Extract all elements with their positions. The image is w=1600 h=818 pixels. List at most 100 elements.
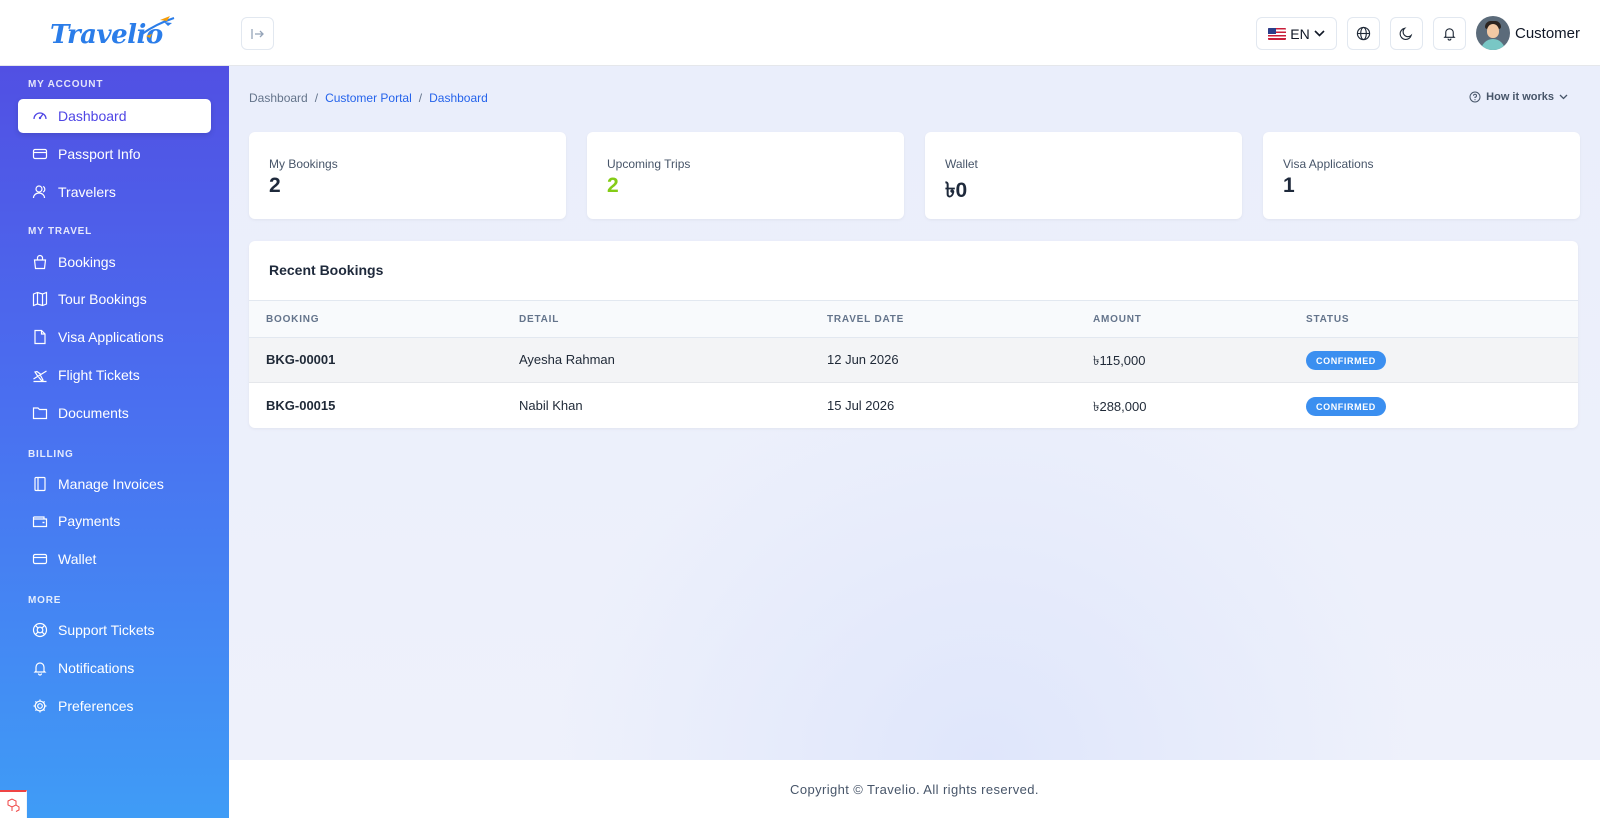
bag-icon	[33, 254, 47, 270]
card-icon	[32, 553, 48, 565]
chevron-down-icon	[1559, 94, 1568, 100]
chevron-down-icon	[1314, 30, 1325, 37]
main-content: Dashboard / Customer Portal / Dashboard …	[229, 66, 1600, 760]
stat-value: 2	[269, 174, 281, 197]
folder-icon	[32, 407, 48, 420]
sidebar-item-visa-applications[interactable]: Visa Applications	[18, 320, 211, 354]
sidebar-item-bookings[interactable]: Bookings	[18, 245, 211, 279]
breadcrumb: Dashboard / Customer Portal / Dashboard	[249, 91, 488, 105]
sidebar-toggle-button[interactable]	[241, 17, 274, 50]
bell-icon	[33, 662, 47, 676]
user-name: Customer	[1515, 24, 1581, 42]
moon-icon	[1399, 27, 1413, 41]
framework-logo-icon	[7, 798, 20, 812]
top-header: Travelio EN Customer	[0, 0, 1600, 66]
users-icon	[32, 185, 46, 199]
wallet-icon	[32, 516, 48, 528]
sidebar-item-passport-info[interactable]: Passport Info	[18, 137, 211, 171]
breadcrumb-item[interactable]: Dashboard	[429, 91, 488, 105]
recent-bookings-card: Recent Bookings BOOKING DETAIL TRAVEL DA…	[249, 241, 1578, 428]
notifications-button[interactable]	[1433, 17, 1466, 50]
breadcrumb-separator: /	[418, 91, 423, 105]
gauge-icon	[33, 112, 47, 120]
sidebar-item-label: Dashboard	[58, 108, 127, 124]
how-it-works-button[interactable]: How it works	[1469, 91, 1568, 103]
travelio-logo[interactable]: Travelio	[50, 12, 180, 52]
sidebar-item-tour-bookings[interactable]: Tour Bookings	[18, 282, 211, 316]
theme-toggle-button[interactable]	[1390, 17, 1423, 50]
sidebar-item-label: Travelers	[58, 184, 116, 200]
table-row[interactable]: BKG-00001 Ayesha Rahman 12 Jun 2026 ৳115…	[249, 338, 1578, 383]
section-title-billing: BILLING	[28, 449, 74, 460]
amount: ৳115,000	[1093, 353, 1146, 368]
column-header-travel-date: TRAVEL DATE	[827, 314, 905, 325]
status-badge: CONFIRMED	[1306, 351, 1386, 370]
sidebar-item-documents[interactable]: Documents	[18, 396, 211, 430]
status-badge: CONFIRMED	[1306, 397, 1386, 416]
sidebar-item-label: Flight Tickets	[58, 367, 140, 383]
globe-button[interactable]	[1347, 17, 1380, 50]
debug-toolbar-icon[interactable]	[0, 790, 27, 818]
column-header-booking: BOOKING	[266, 314, 320, 325]
section-title-my-travel: MY TRAVEL	[28, 226, 93, 237]
booking-id[interactable]: BKG-00001	[266, 352, 335, 367]
plane-logo-icon	[141, 16, 175, 38]
breadcrumb-item[interactable]: Dashboard	[249, 91, 308, 105]
collapse-icon	[250, 28, 264, 39]
sidebar-item-label: Wallet	[58, 551, 97, 567]
sidebar-item-flight-tickets[interactable]: Flight Tickets	[18, 358, 211, 392]
section-title-my-account: MY ACCOUNT	[28, 79, 104, 90]
booking-id[interactable]: BKG-00015	[266, 398, 335, 413]
sidebar-item-label: Notifications	[58, 660, 135, 676]
sidebar-item-label: Manage Invoices	[58, 476, 164, 492]
section-title-more: MORE	[28, 595, 62, 606]
footer: Copyright © Travelio. All rights reserve…	[229, 760, 1600, 818]
how-it-works-label: How it works	[1486, 91, 1554, 103]
stat-card-upcoming-trips[interactable]: Upcoming Trips 2	[587, 132, 904, 219]
sidebar-item-label: Tour Bookings	[58, 291, 147, 307]
breadcrumb-item[interactable]: Customer Portal	[325, 91, 412, 105]
bell-icon	[1443, 28, 1456, 41]
card-title: Recent Bookings	[269, 262, 384, 278]
us-flag-icon	[1268, 27, 1287, 40]
travel-date: 12 Jun 2026	[827, 352, 899, 367]
invoice-icon	[34, 476, 46, 492]
stat-label: Wallet	[945, 157, 978, 171]
sidebar-item-manage-invoices[interactable]: Manage Invoices	[18, 467, 211, 501]
avatar	[1476, 16, 1510, 50]
help-icon	[1469, 91, 1481, 103]
user-menu[interactable]: Customer	[1476, 16, 1580, 50]
sidebar-item-wallet[interactable]: Wallet	[18, 542, 211, 576]
sidebar-item-preferences[interactable]: Preferences	[18, 689, 211, 723]
amount: ৳288,000	[1093, 399, 1147, 414]
stat-label: My Bookings	[269, 157, 338, 171]
sidebar-item-payments[interactable]: Payments	[18, 504, 211, 538]
sidebar-item-label: Payments	[58, 513, 121, 529]
sidebar-item-dashboard[interactable]: Dashboard	[18, 99, 211, 133]
sidebar-item-support-tickets[interactable]: Support Tickets	[18, 613, 211, 647]
table-header: BOOKING DETAIL TRAVEL DATE AMOUNT STATUS	[249, 300, 1578, 338]
sidebar-item-travelers[interactable]: Travelers	[18, 175, 211, 209]
gear-icon	[33, 699, 47, 713]
stat-card-visa-applications[interactable]: Visa Applications 1	[1263, 132, 1580, 219]
stat-value: ৳0	[945, 179, 968, 202]
copyright-text: Copyright © Travelio. All rights reserve…	[790, 781, 1039, 797]
sidebar-item-label: Support Tickets	[58, 622, 155, 638]
stat-label: Visa Applications	[1283, 157, 1374, 171]
booking-detail: Ayesha Rahman	[519, 352, 615, 367]
card-icon	[32, 148, 48, 160]
stat-card-my-bookings[interactable]: My Bookings 2	[249, 132, 566, 219]
table-row[interactable]: BKG-00015 Nabil Khan 15 Jul 2026 ৳288,00…	[249, 384, 1578, 428]
stat-value: 2	[607, 174, 619, 197]
column-header-amount: AMOUNT	[1093, 314, 1142, 325]
breadcrumb-separator: /	[314, 91, 319, 105]
sidebar-item-label: Preferences	[58, 698, 134, 714]
sidebar-item-notifications[interactable]: Notifications	[18, 651, 211, 685]
sidebar-item-label: Documents	[58, 405, 129, 421]
stat-card-wallet[interactable]: Wallet ৳0	[925, 132, 1242, 219]
globe-icon	[1356, 26, 1371, 41]
sidebar-item-label: Visa Applications	[58, 329, 164, 345]
map-icon	[32, 291, 48, 307]
language-select[interactable]: EN	[1256, 17, 1337, 50]
language-label: EN	[1290, 25, 1310, 42]
